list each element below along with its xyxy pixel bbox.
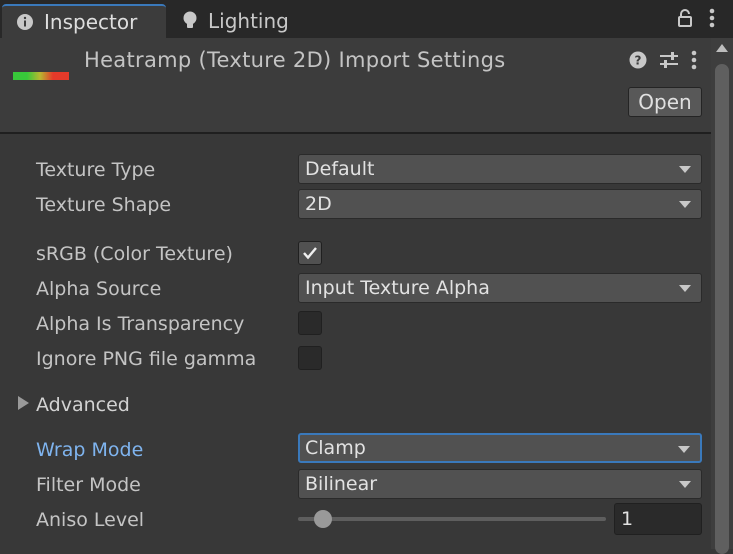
ignore-png-gamma-checkbox[interactable] [298, 346, 322, 370]
texture-type-value: Default [305, 158, 375, 180]
wrap-mode-label: Wrap Mode [36, 439, 144, 461]
aniso-level-slider-handle[interactable] [314, 510, 332, 528]
texture-shape-value: 2D [305, 193, 332, 215]
aniso-level-input[interactable]: 1 [614, 503, 702, 535]
tab-inspector[interactable]: Inspector [2, 4, 166, 38]
aniso-level-label: Aniso Level [36, 509, 145, 531]
foldout-arrow-icon[interactable] [18, 396, 29, 410]
import-settings-header: Heatramp (Texture 2D) Import Settings ? … [0, 38, 711, 134]
chevron-down-icon [679, 285, 691, 292]
tab-bar: Inspector Lighting [0, 0, 733, 38]
aniso-level-slider-track[interactable] [298, 517, 606, 521]
alpha-source-dropdown[interactable]: Input Texture Alpha [298, 273, 702, 303]
scroll-up-arrow-icon[interactable] [716, 44, 728, 52]
filter-mode-dropdown[interactable]: Bilinear [298, 469, 702, 499]
chevron-down-icon [679, 201, 691, 208]
checkmark-icon [303, 247, 317, 260]
vertical-scrollbar[interactable] [711, 38, 733, 554]
ignore-png-gamma-label: Ignore PNG file gamma [36, 348, 257, 370]
wrap-mode-dropdown[interactable]: Clamp [298, 433, 702, 463]
tab-inspector-label: Inspector [44, 10, 138, 34]
alpha-is-transparency-checkbox[interactable] [298, 311, 322, 335]
help-icon[interactable]: ? [629, 51, 647, 73]
texture-type-label: Texture Type [36, 159, 156, 181]
chevron-down-icon [678, 446, 690, 453]
filter-mode-label: Filter Mode [36, 474, 141, 496]
preset-icon[interactable] [659, 51, 679, 73]
page-title: Heatramp (Texture 2D) Import Settings [84, 48, 506, 72]
alpha-is-transparency-label: Alpha Is Transparency [36, 313, 245, 335]
filter-mode-value: Bilinear [305, 473, 378, 495]
scrollbar-thumb[interactable] [715, 64, 729, 554]
lightbulb-icon [182, 11, 198, 31]
wrap-mode-value: Clamp [305, 437, 366, 459]
chevron-down-icon [679, 481, 691, 488]
tab-lighting-label: Lighting [208, 9, 289, 33]
heatramp-thumbnail [13, 72, 69, 80]
advanced-foldout-label[interactable]: Advanced [36, 390, 130, 420]
context-menu-icon[interactable] [691, 50, 697, 74]
open-button[interactable]: Open [628, 87, 702, 117]
alpha-source-value: Input Texture Alpha [305, 277, 490, 299]
texture-shape-label: Texture Shape [36, 194, 172, 216]
tab-lighting[interactable]: Lighting [178, 4, 289, 38]
tab-menu-icon[interactable] [709, 8, 715, 32]
srgb-checkbox[interactable] [298, 241, 322, 265]
chevron-down-icon [679, 166, 691, 173]
svg-text:?: ? [635, 54, 642, 68]
lock-icon[interactable] [677, 8, 693, 32]
texture-shape-dropdown[interactable]: 2D [298, 189, 702, 219]
texture-type-dropdown[interactable]: Default [298, 154, 702, 184]
alpha-source-label: Alpha Source [36, 278, 162, 300]
srgb-label: sRGB (Color Texture) [36, 243, 233, 265]
info-icon [16, 13, 34, 31]
